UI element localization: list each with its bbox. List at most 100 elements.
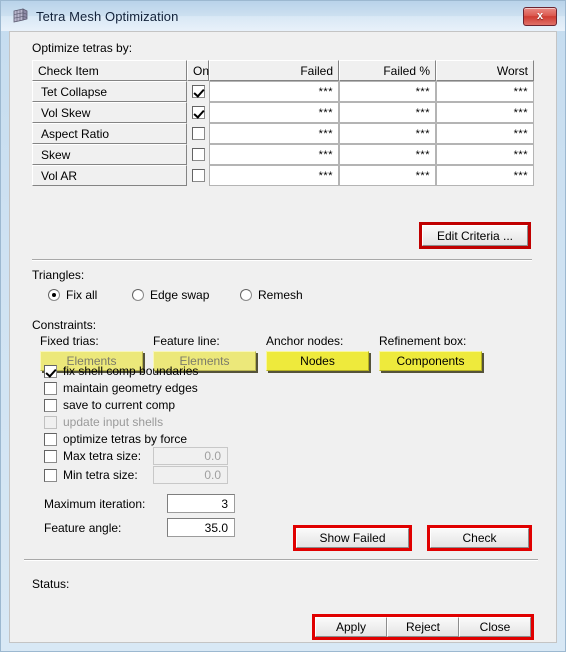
header-check-item: Check Item [32,60,187,81]
row-on-cell [187,102,209,123]
size-limit-input-max: 0.0 [153,447,228,465]
constraint-label: Anchor nodes: [266,334,344,348]
option-checkbox[interactable] [44,398,57,412]
row-on-cell [187,165,209,186]
table-row: Vol Skew *** *** *** [32,102,534,123]
header-failed: Failed [209,60,339,81]
row-check-item-name: Aspect Ratio [32,123,187,144]
header-failed-pct: Failed % [339,60,436,81]
option-update-input-shells: update input shells [44,415,163,429]
size-limit-label: Min tetra size: [63,468,138,482]
edit-criteria-button[interactable]: Edit Criteria ... [422,225,528,246]
row-check-item-name: Skew [32,144,187,165]
numeric-field-label: Maximum iteration: [44,497,146,511]
constraint-button-components[interactable]: Components [379,351,482,371]
edit-criteria-highlight: Edit Criteria ... [419,222,531,249]
numeric-field-input-feature-angle[interactable]: 35.0 [167,518,235,537]
separator-top [32,259,532,261]
triangles-option-label: Fix all [66,288,98,302]
row-failed-pct-value: *** [339,81,436,102]
header-on: On [187,60,209,81]
size-limit-input-min: 0.0 [153,466,228,484]
option-checkbox[interactable] [44,381,57,395]
table-body: Tet Collapse *** *** *** Vol Skew *** *** *** As… [32,81,534,186]
row-failed-pct-value: *** [339,144,436,165]
constraint-button-nodes[interactable]: Nodes [266,351,369,371]
close-window-button[interactable]: x [523,7,557,26]
option-maintain-geometry-edges[interactable]: maintain geometry edges [44,381,198,395]
check-button[interactable]: Check [430,528,529,548]
apply-button[interactable]: Apply [315,617,387,637]
triangles-option-edge-swap[interactable]: Edge swap [132,288,209,302]
option-save-to-current-comp[interactable]: save to current comp [44,398,175,412]
size-limit-max[interactable]: Max tetra size: [44,449,141,463]
constraint-label: Feature line: [153,334,220,348]
triangles-option-fix-all[interactable]: Fix all [48,288,97,302]
option-label: save to current comp [63,398,176,412]
separator-bottom [24,559,538,561]
size-limit-label: Max tetra size: [63,449,142,463]
row-worst-value: *** [436,81,534,102]
row-worst-value: *** [436,102,534,123]
row-on-checkbox[interactable] [191,106,205,119]
option-fix-shell-comp-boundaries[interactable]: fix shell comp boundaries [44,364,198,378]
row-on-cell [187,123,209,144]
row-failed-value: *** [209,165,339,186]
row-worst-value: *** [436,144,534,165]
dialog-body: Optimize tetras by: Check Item On Failed… [9,31,557,643]
row-failed-pct-value: *** [339,102,436,123]
radio-icon[interactable] [48,289,60,301]
mesh-cube-icon [13,8,28,23]
size-limit-checkbox[interactable] [44,449,57,463]
option-label: fix shell comp boundaries [63,364,199,378]
option-optimize-tetras-by-force[interactable]: optimize tetras by force [44,432,187,446]
row-failed-pct-value: *** [339,165,436,186]
numeric-field-label: Feature angle: [44,521,122,535]
option-label: optimize tetras by force [63,432,188,446]
table-row: Skew *** *** *** [32,144,534,165]
triangles-option-label: Edge swap [150,288,210,302]
status-label: Status: [32,577,70,591]
row-on-cell [187,144,209,165]
show-failed-button[interactable]: Show Failed [296,528,409,548]
row-failed-value: *** [209,81,339,102]
table-row: Tet Collapse *** *** *** [32,81,534,102]
row-check-item-name: Vol Skew [32,102,187,123]
row-failed-pct-value: *** [339,123,436,144]
constraint-label: Refinement box: [379,334,467,348]
triangles-option-remesh[interactable]: Remesh [240,288,303,302]
row-on-checkbox[interactable] [191,127,205,140]
size-limit-checkbox[interactable] [44,468,57,482]
title-bar: Tetra Mesh Optimization x [1,1,565,31]
row-on-checkbox[interactable] [191,148,205,161]
option-checkbox[interactable] [44,364,57,378]
table-row: Vol AR *** *** *** [32,165,534,186]
row-check-item-name: Tet Collapse [32,81,187,102]
size-limit-min[interactable]: Min tetra size: [44,468,138,482]
reject-button[interactable]: Reject [387,617,459,637]
constraint-label: Fixed trias: [40,334,99,348]
row-on-cell [187,81,209,102]
show-failed-highlight: Show Failed [293,525,412,551]
row-check-item-name: Vol AR [32,165,187,186]
triangles-label: Triangles: [32,268,85,282]
close-button[interactable]: Close [459,617,531,637]
close-icon: x [536,10,544,22]
optimize-tetras-label: Optimize tetras by: [32,41,133,55]
row-on-checkbox[interactable] [191,169,205,182]
option-label: maintain geometry edges [63,381,198,395]
numeric-field-input-maximum-iteration[interactable]: 3 [167,494,235,513]
triangles-option-label: Remesh [258,288,303,302]
check-items-table: Check Item On Failed Failed % Worst Tet … [32,60,534,186]
table-header-row: Check Item On Failed Failed % Worst [32,60,534,81]
row-worst-value: *** [436,123,534,144]
row-failed-value: *** [209,123,339,144]
row-on-checkbox[interactable] [191,85,205,98]
radio-icon[interactable] [240,289,252,301]
option-checkbox[interactable] [44,432,57,446]
table-row: Aspect Ratio *** *** *** [32,123,534,144]
radio-icon[interactable] [132,289,144,301]
option-checkbox [44,415,57,429]
window-title: Tetra Mesh Optimization [36,8,179,24]
row-failed-value: *** [209,144,339,165]
